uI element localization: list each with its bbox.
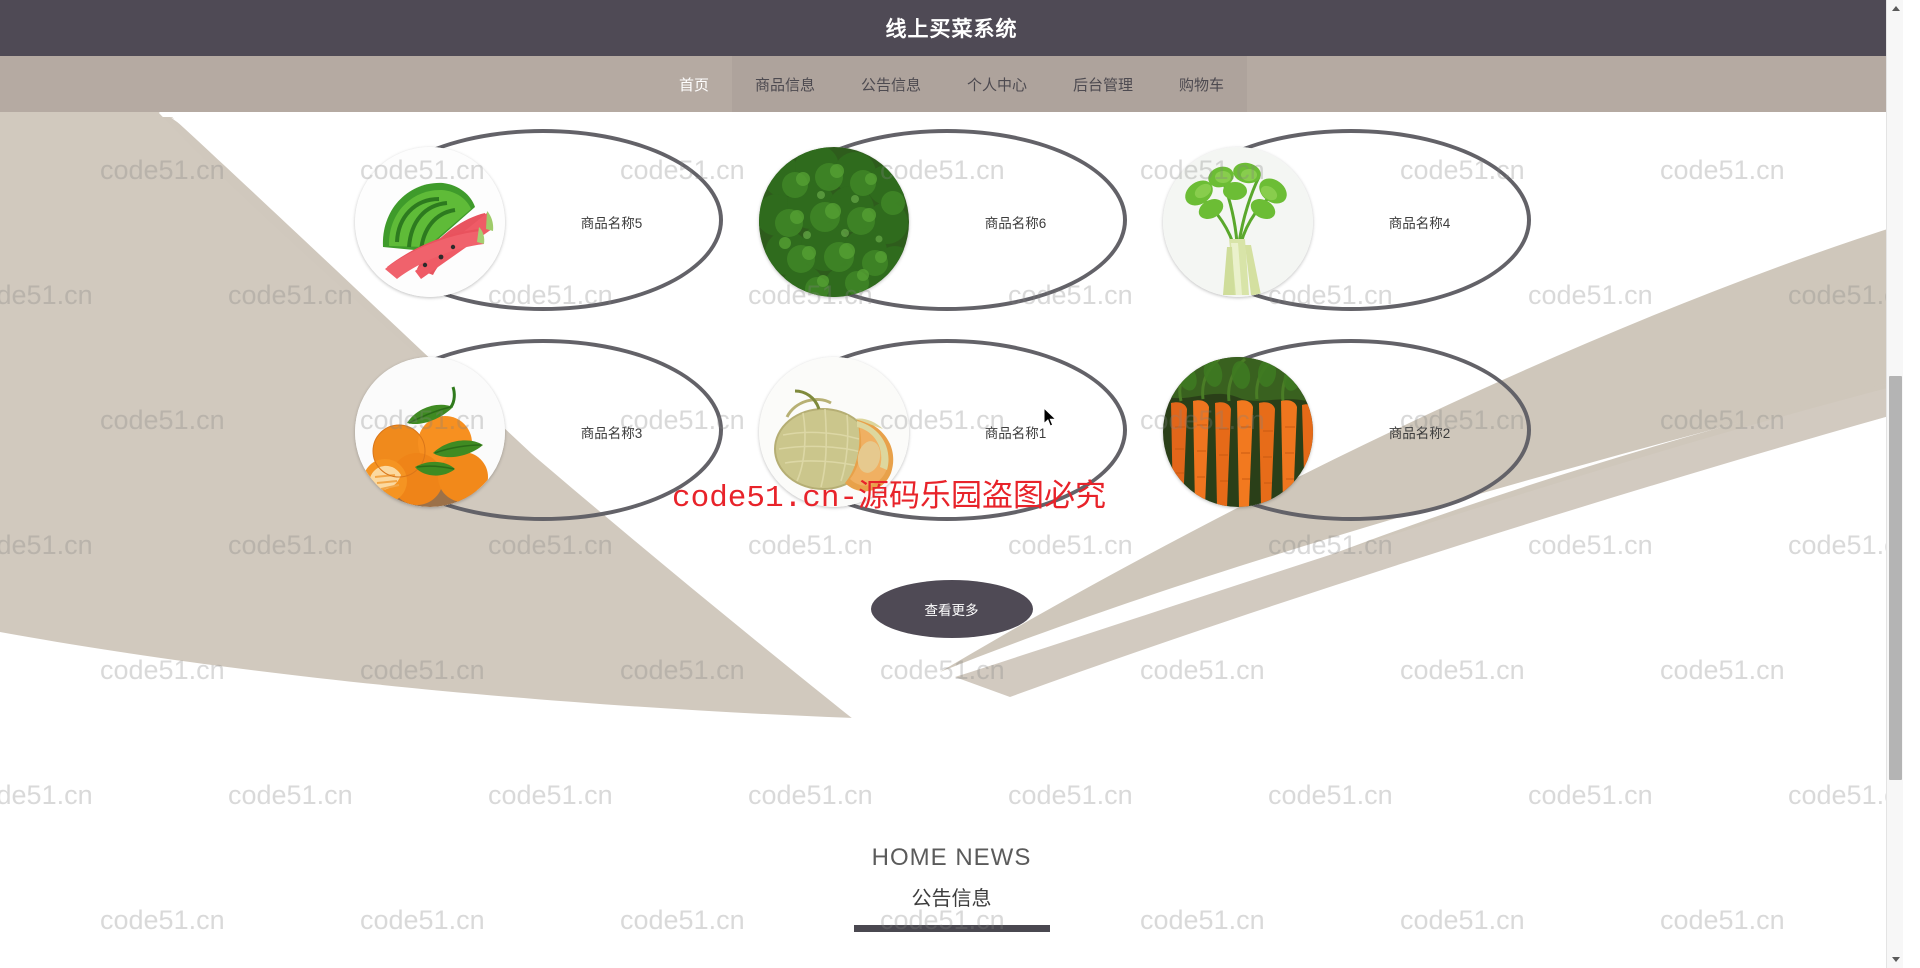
app-window: 线上买菜系统 首页 商品信息 公告信息 个人中心 后台管理 购物车 商品名称5 … [0, 0, 1903, 968]
nav-item-label: 首页 [678, 76, 709, 94]
product-image-cantaloupe [758, 357, 909, 507]
celery-icon [1162, 147, 1313, 297]
product-card[interactable]: 商品名称4 [1157, 117, 1537, 327]
product-image-oranges [354, 357, 505, 507]
page-header: 线上买菜系统 [0, 0, 1903, 56]
product-card[interactable]: 商品名称1 [753, 327, 1133, 537]
news-underline [853, 925, 1050, 932]
nav-item-product-info[interactable]: 商品信息 [731, 56, 838, 112]
product-section: 商品名称5 商品名称6 商品名称4 商品名称3 商品名称1 商品名称2 查看更多 [0, 112, 1903, 772]
nav-item-announcements[interactable]: 公告信息 [837, 56, 944, 112]
product-card[interactable]: 商品名称2 [1157, 327, 1537, 537]
scroll-down-arrow[interactable] [1887, 951, 1903, 968]
product-image-watermelon [354, 147, 505, 297]
news-title-en: HOME NEWS [871, 844, 1032, 871]
product-card[interactable]: 商品名称5 [349, 117, 729, 327]
nav-item-cart[interactable]: 购物车 [1156, 56, 1248, 112]
nav-item-label: 个人中心 [967, 76, 1028, 94]
chevron-down-icon [1891, 957, 1900, 962]
nav-item-label: 购物车 [1179, 76, 1225, 94]
product-grid: 商品名称5 商品名称6 商品名称4 商品名称3 商品名称1 商品名称2 [337, 117, 1567, 537]
nav-list: 首页 商品信息 公告信息 个人中心 后台管理 购物车 [0, 56, 1903, 112]
product-name: 商品名称5 [580, 216, 643, 231]
cantaloupe-icon [758, 357, 909, 507]
product-name: 商品名称4 [1388, 216, 1451, 231]
view-more-button[interactable]: 查看更多 [870, 580, 1033, 638]
scrollbar-thumb[interactable] [1889, 376, 1902, 780]
news-title-cn: 公告信息 [911, 888, 992, 910]
carrots-icon [1162, 357, 1313, 507]
chevron-up-icon [1891, 6, 1900, 11]
product-image-broccoli [758, 147, 909, 297]
nav-item-home[interactable]: 首页 [656, 56, 732, 112]
news-section: HOME NEWS 公告信息 [0, 772, 1903, 968]
nav-item-label: 商品信息 [754, 76, 815, 94]
nav-item-admin[interactable]: 后台管理 [1050, 56, 1157, 112]
scroll-up-arrow[interactable] [1887, 0, 1903, 17]
product-name: 商品名称3 [580, 426, 643, 441]
product-image-celery [1162, 147, 1313, 297]
oranges-icon [354, 357, 505, 507]
main-navbar: 首页 商品信息 公告信息 个人中心 后台管理 购物车 [0, 56, 1903, 112]
watermelon-icon [354, 147, 505, 297]
product-card[interactable]: 商品名称6 [753, 117, 1133, 327]
vertical-scrollbar[interactable] [1886, 0, 1903, 968]
broccoli-icon [758, 147, 909, 297]
more-button-wrap: 查看更多 [0, 580, 1903, 638]
product-name: 商品名称2 [1388, 426, 1451, 441]
nav-item-label: 后台管理 [1073, 76, 1134, 94]
product-card[interactable]: 商品名称3 [349, 327, 729, 537]
product-name: 商品名称1 [984, 426, 1047, 441]
product-image-carrots [1162, 357, 1313, 507]
page-title: 线上买菜系统 [885, 18, 1018, 41]
product-name: 商品名称6 [984, 216, 1047, 231]
nav-item-personal-center[interactable]: 个人中心 [944, 56, 1051, 112]
nav-item-label: 公告信息 [860, 76, 921, 94]
